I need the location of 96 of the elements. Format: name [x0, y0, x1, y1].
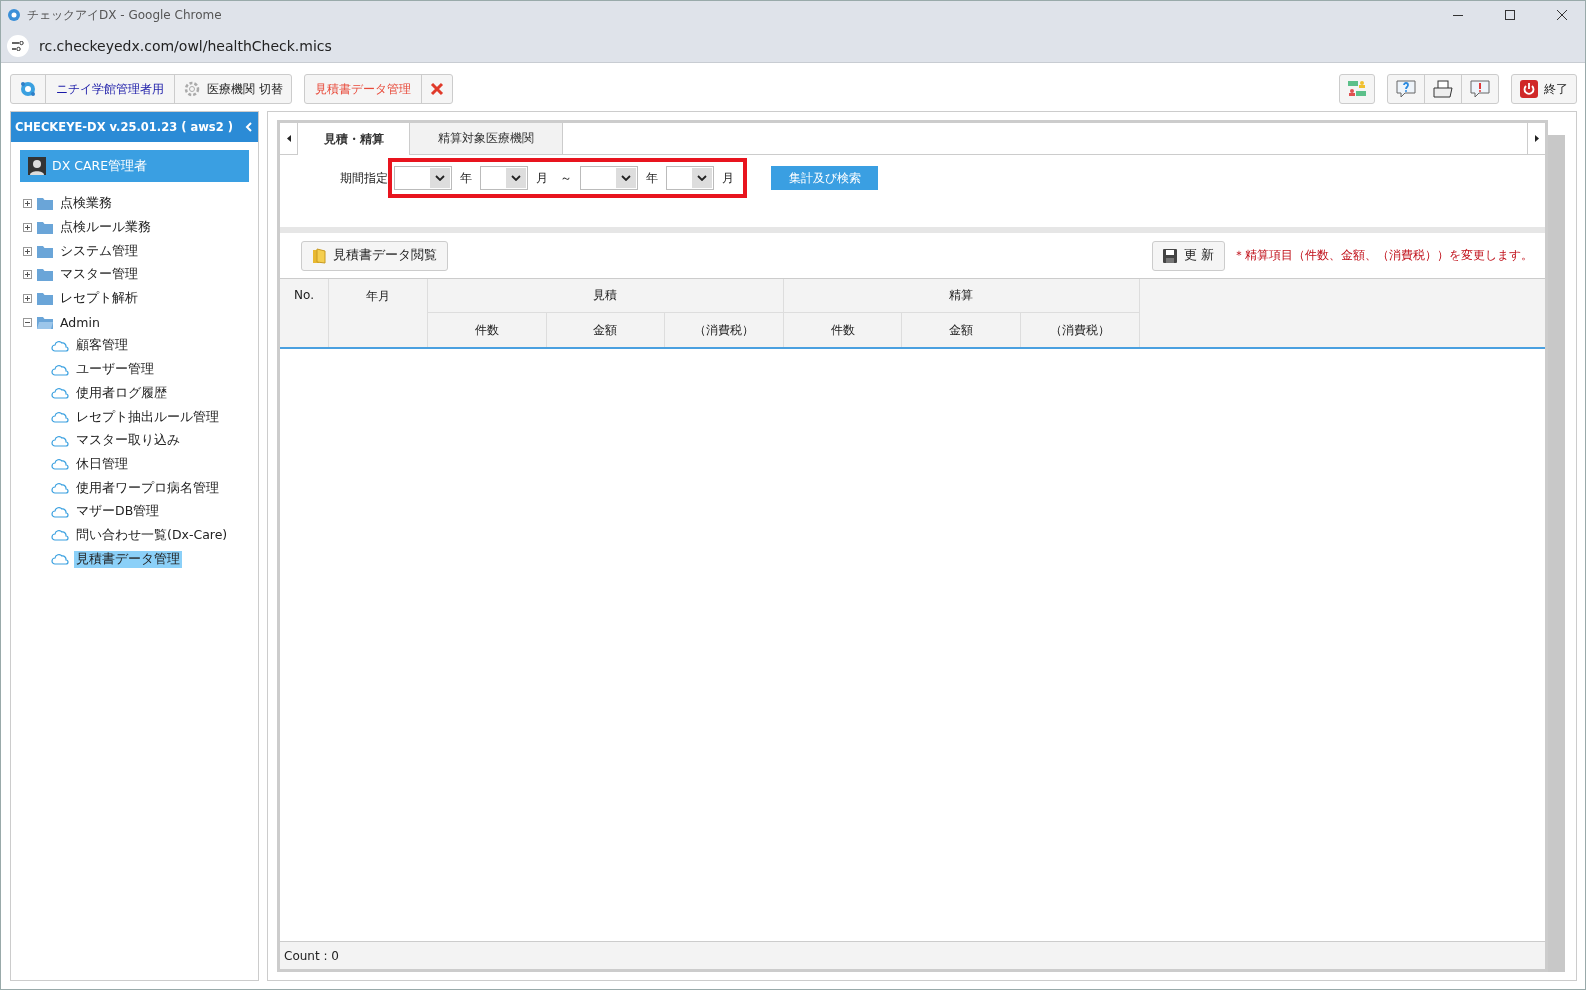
- organization-button[interactable]: ニチイ学館管理者用: [45, 75, 174, 103]
- range-separator: ～: [560, 169, 572, 187]
- column-header: 精算: [783, 279, 1140, 313]
- record-count: Count : 0: [284, 948, 339, 963]
- minimize-icon: [1453, 14, 1463, 16]
- tab[interactable]: 精算対象医療機関: [410, 123, 563, 154]
- unit-label: 月: [536, 169, 548, 187]
- collapse-sidebar-icon[interactable]: [245, 122, 252, 132]
- folder-icon: [37, 221, 53, 235]
- expand-icon[interactable]: [23, 294, 32, 304]
- note-text: ＊精算項目（件数、金額、（消費税））を変更します。: [1233, 247, 1533, 264]
- folder-icon: [37, 244, 53, 258]
- user-name: DX CARE管理者: [52, 157, 148, 175]
- tree-item[interactable]: 見積書データ管理: [74, 550, 182, 568]
- tree-item[interactable]: マスター管理: [58, 266, 140, 284]
- cloud-icon: [51, 553, 69, 566]
- tree-item[interactable]: 点検ルール業務: [58, 219, 153, 237]
- tree-item[interactable]: Admin: [58, 314, 102, 330]
- users-icon: [1348, 80, 1366, 98]
- cloud-icon: [51, 458, 69, 471]
- tree-item[interactable]: 点検業務: [58, 195, 114, 213]
- close-icon: [1557, 10, 1567, 20]
- tree-item[interactable]: レセプト抽出ルール管理: [74, 408, 221, 426]
- switch-institution-button[interactable]: 医療機関 切替: [174, 75, 291, 103]
- cloud-icon: [51, 363, 69, 376]
- folder-icon: [37, 292, 53, 306]
- tree-item[interactable]: 顧客管理: [74, 337, 130, 355]
- gear-icon: [183, 80, 201, 98]
- dropdown-caret-icon: [621, 175, 631, 181]
- unit-label: 年: [460, 169, 472, 187]
- update-button[interactable]: 更 新: [1152, 240, 1225, 271]
- help-icon: [1396, 80, 1416, 98]
- sliders-icon: [12, 40, 24, 51]
- power-icon: [1520, 80, 1538, 98]
- column-header: 件数: [428, 313, 547, 347]
- unit-label: 年: [646, 169, 658, 187]
- app-logo-icon: [7, 8, 21, 22]
- month-select[interactable]: [480, 166, 528, 190]
- tree-item[interactable]: 使用者ワープロ病名管理: [74, 479, 221, 497]
- month-select[interactable]: [666, 166, 714, 190]
- alert-icon: [1470, 80, 1490, 98]
- tree-item[interactable]: マザーDB管理: [74, 503, 162, 521]
- tree-item[interactable]: ユーザー管理: [74, 361, 156, 379]
- left-triangle-icon: [286, 135, 291, 142]
- column-header: （消費税）: [665, 313, 784, 347]
- year-select[interactable]: [394, 166, 452, 190]
- expand-icon[interactable]: [23, 246, 32, 256]
- tree-item[interactable]: システム管理: [58, 242, 140, 260]
- column-header: 件数: [783, 313, 903, 347]
- cloud-icon: [51, 434, 69, 447]
- folder-icon: [312, 247, 326, 264]
- expand-icon[interactable]: [23, 199, 32, 209]
- column-header: No.: [280, 279, 329, 347]
- cloud-icon: [51, 411, 69, 424]
- period-label: 期間指定: [340, 170, 388, 187]
- dropdown-caret-icon: [511, 175, 521, 181]
- unit-label: 月: [722, 169, 734, 187]
- dropdown-caret-icon: [435, 175, 445, 181]
- address-field[interactable]: rc.checkeyedx.com/owl/healthCheck.mics: [39, 37, 332, 54]
- tree-item[interactable]: レセプト解析: [58, 290, 140, 308]
- folder-icon: [37, 268, 53, 282]
- open-folder-icon: [37, 315, 53, 329]
- view-data-button[interactable]: 見積書データ閲覧: [301, 240, 448, 271]
- maximize-icon: [1505, 10, 1515, 20]
- column-header: 見積: [428, 279, 784, 313]
- column-header: 年月: [329, 279, 428, 347]
- column-header: 金額: [546, 313, 666, 347]
- cloud-icon: [51, 482, 69, 495]
- version-label: CHECKEYE-DX v.25.01.23 ( aws2 ): [15, 120, 233, 134]
- expand-icon[interactable]: [23, 223, 32, 233]
- tree-item[interactable]: 休日管理: [74, 455, 130, 473]
- collapse-icon[interactable]: [23, 317, 32, 327]
- logo-icon: [19, 80, 37, 98]
- year-select[interactable]: [580, 166, 638, 190]
- save-icon: [1163, 248, 1177, 263]
- folder-icon: [37, 197, 53, 211]
- cloud-icon: [51, 339, 69, 352]
- right-triangle-icon: [1534, 135, 1539, 142]
- column-header: （消費税）: [1020, 313, 1140, 347]
- cloud-icon: [51, 529, 69, 542]
- printer-icon: [1433, 80, 1453, 98]
- tree-item[interactable]: マスター取り込み: [74, 432, 182, 450]
- open-tab-button[interactable]: 見積書データ管理: [304, 75, 421, 103]
- tree-item[interactable]: 問い合わせ一覧(Dx-Care): [74, 526, 230, 544]
- tree-item[interactable]: 使用者ログ履歴: [74, 384, 169, 402]
- close-icon: [429, 82, 444, 96]
- exit-button[interactable]: 終了: [1512, 75, 1576, 103]
- cloud-icon: [51, 387, 69, 400]
- window-title: チェックアイDX - Google Chrome: [27, 6, 223, 24]
- column-header: 金額: [902, 313, 1021, 347]
- expand-icon[interactable]: [23, 270, 32, 280]
- tab[interactable]: 見積・精算: [298, 123, 410, 155]
- cloud-icon: [51, 505, 69, 518]
- user-avatar-icon: [28, 157, 46, 175]
- site-settings-button[interactable]: [7, 34, 29, 57]
- dropdown-caret-icon: [697, 175, 707, 181]
